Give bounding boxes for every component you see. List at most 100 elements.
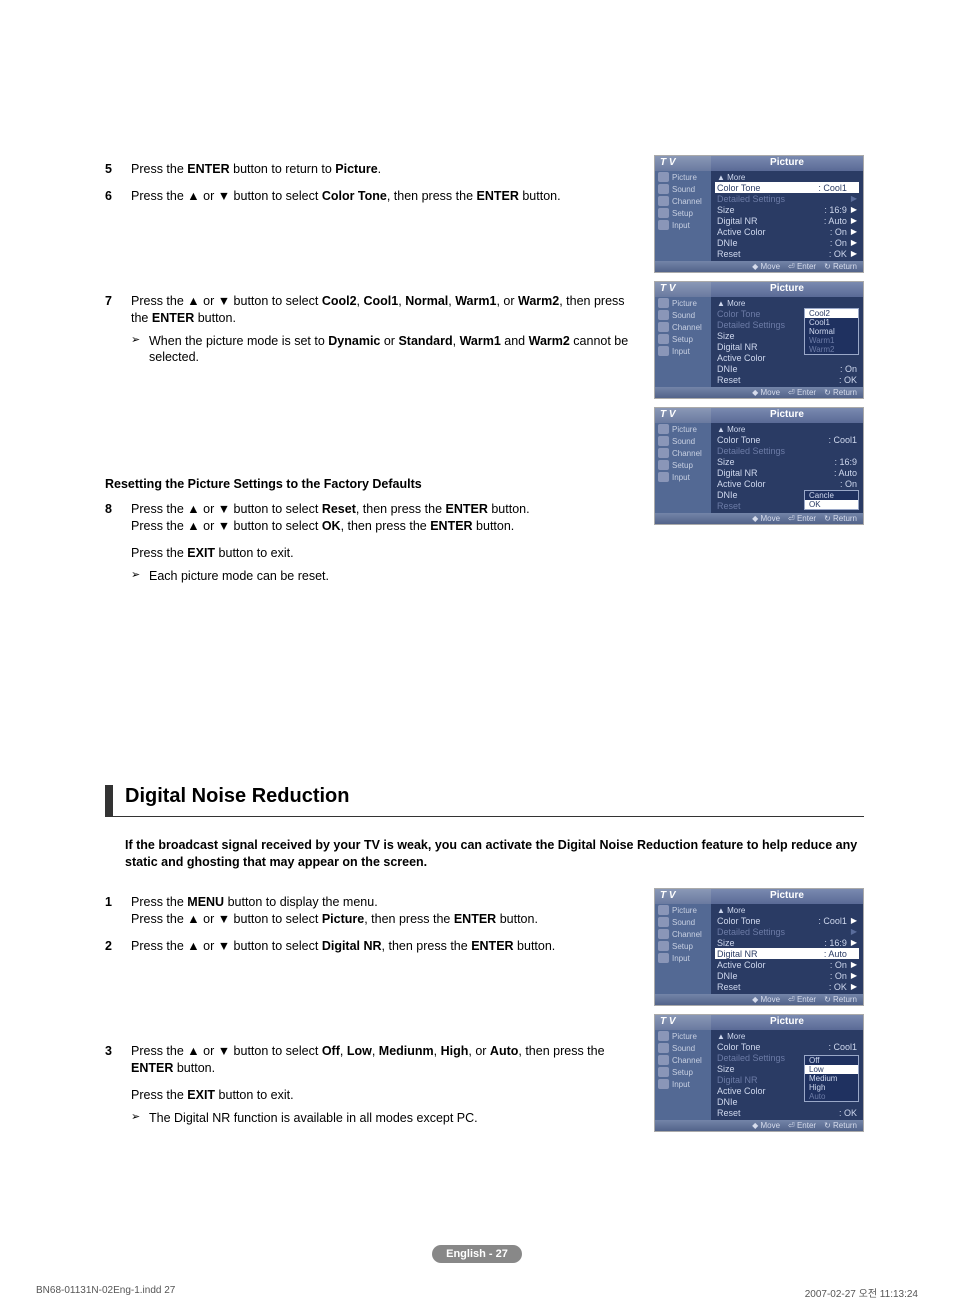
osd-popup-option: High	[805, 1083, 858, 1092]
osd-row: Reset: OK	[715, 374, 859, 385]
chevron-right-icon: ▶	[851, 960, 857, 969]
osd-side-item: Sound	[655, 1042, 711, 1054]
menu-category-icon	[658, 929, 669, 939]
osd-side-item: Picture	[655, 1030, 711, 1042]
step-5: 5Press the ENTER button to return to Pic…	[105, 161, 644, 178]
osd-side-item: Input	[655, 471, 711, 483]
osd-popup-option: Warm2	[805, 345, 858, 354]
step-8: 8 Press the ▲ or ▼ button to select Rese…	[105, 501, 644, 585]
osd-popup-option: Off	[805, 1056, 858, 1065]
osd-side-item: Picture	[655, 171, 711, 183]
chevron-right-icon: ▶	[851, 194, 857, 203]
osd-row: Color Tone: Cool1▶	[715, 915, 859, 926]
osd-side-item: Input	[655, 952, 711, 964]
osd-popup-option: Cool1	[805, 318, 858, 327]
menu-category-icon	[658, 196, 669, 206]
footer: BN68-01131N-02Eng-1.indd 27 2007-02-27 오…	[36, 1285, 918, 1300]
osd-menu: T VPicturePictureSoundChannelSetupInput▲…	[654, 407, 864, 525]
osd-popup: CancleOK	[804, 490, 859, 510]
step-3-dnr: 3 Press the ▲ or ▼ button to select Off,…	[105, 1043, 644, 1127]
osd-side-item: Setup	[655, 333, 711, 345]
menu-category-icon	[658, 208, 669, 218]
osd-row: Color Tone: Cool1	[715, 434, 859, 445]
osd-side-item: Sound	[655, 183, 711, 195]
osd-row: Detailed Settings	[715, 445, 859, 456]
menu-category-icon	[658, 472, 669, 482]
osd-row: Color Tone: Cool1▶	[715, 182, 859, 193]
osd-popup-option: Cancle	[805, 491, 858, 500]
menu-category-icon	[658, 1031, 669, 1041]
menu-category-icon	[658, 322, 669, 332]
chevron-right-icon: ▶	[851, 971, 857, 980]
menu-category-icon	[658, 220, 669, 230]
chevron-right-icon: ▶	[851, 949, 857, 958]
step-2-dnr: 2Press the ▲ or ▼ button to select Digit…	[105, 938, 644, 955]
osd-row: Digital NR: Auto▶	[715, 215, 859, 226]
reset-heading: Resetting the Picture Settings to the Fa…	[105, 476, 644, 493]
step-1-dnr: 1Press the MENU button to display the me…	[105, 894, 644, 928]
osd-row: DNIe: On	[715, 363, 859, 374]
menu-category-icon	[658, 172, 669, 182]
osd-menu: T VPicturePictureSoundChannelSetupInput▲…	[654, 155, 864, 273]
osd-popup-option: Normal	[805, 327, 858, 336]
menu-category-icon	[658, 184, 669, 194]
osd-row: Reset: OK	[715, 1107, 859, 1118]
menu-category-icon	[658, 1043, 669, 1053]
menu-category-icon	[658, 298, 669, 308]
osd-side-item: Picture	[655, 904, 711, 916]
chevron-right-icon: ▶	[851, 183, 857, 192]
osd-menu: T VPicturePictureSoundChannelSetupInput▲…	[654, 1014, 864, 1132]
osd-menu: T VPicturePictureSoundChannelSetupInput▲…	[654, 888, 864, 1006]
osd-popup-option: Medium	[805, 1074, 858, 1083]
chevron-right-icon: ▶	[851, 227, 857, 236]
menu-column: T VPicturePictureSoundChannelSetupInput▲…	[654, 155, 864, 595]
chevron-right-icon: ▶	[851, 938, 857, 947]
osd-side-item: Channel	[655, 447, 711, 459]
osd-row: Active Color: On▶	[715, 959, 859, 970]
osd-side-item: Sound	[655, 309, 711, 321]
menu-category-icon	[658, 1055, 669, 1065]
osd-side-item: Setup	[655, 940, 711, 952]
chevron-right-icon: ▶	[851, 216, 857, 225]
osd-row: Active Color: On▶	[715, 226, 859, 237]
osd-popup-option: Low	[805, 1065, 858, 1074]
osd-row: DNIe: On▶	[715, 970, 859, 981]
page-number: English - 27	[0, 1248, 954, 1260]
osd-side-item: Channel	[655, 1054, 711, 1066]
menu-category-icon	[658, 334, 669, 344]
menu-category-icon	[658, 346, 669, 356]
osd-side-item: Picture	[655, 297, 711, 309]
osd-popup-option: Warm1	[805, 336, 858, 345]
osd-side-item: Channel	[655, 321, 711, 333]
osd-menu: T VPicturePictureSoundChannelSetupInput▲…	[654, 281, 864, 399]
osd-row: Size: 16:9▶	[715, 204, 859, 215]
osd-popup-option: Auto	[805, 1092, 858, 1101]
osd-side-item: Sound	[655, 435, 711, 447]
osd-side-item: Channel	[655, 195, 711, 207]
menu-category-icon	[658, 460, 669, 470]
osd-side-item: Input	[655, 345, 711, 357]
menu-category-icon	[658, 436, 669, 446]
menu-category-icon	[658, 917, 669, 927]
osd-side-item: Setup	[655, 1066, 711, 1078]
osd-side-item: Setup	[655, 459, 711, 471]
text-column: 5Press the ENTER button to return to Pic…	[105, 155, 644, 595]
osd-row: DNIe: On▶	[715, 237, 859, 248]
menu-category-icon	[658, 905, 669, 915]
osd-row: Active Color: On	[715, 478, 859, 489]
chevron-right-icon: ▶	[851, 238, 857, 247]
step-6: 6Press the ▲ or ▼ button to select Color…	[105, 188, 644, 205]
menu-category-icon	[658, 1079, 669, 1089]
menu-category-icon	[658, 424, 669, 434]
osd-side-item: Picture	[655, 423, 711, 435]
osd-row: Color Tone: Cool1	[715, 1041, 859, 1052]
osd-side-item: Channel	[655, 928, 711, 940]
feature-title: Digital Noise Reduction	[105, 785, 864, 817]
step-7: 7 Press the ▲ or ▼ button to select Cool…	[105, 293, 644, 367]
osd-row: Reset: OK▶	[715, 981, 859, 992]
osd-side-item: Input	[655, 1078, 711, 1090]
osd-row: Size: 16:9	[715, 456, 859, 467]
osd-row: Detailed Settings▶	[715, 926, 859, 937]
osd-row: Detailed Settings▶	[715, 193, 859, 204]
osd-popup-option: Cool2	[805, 309, 858, 318]
